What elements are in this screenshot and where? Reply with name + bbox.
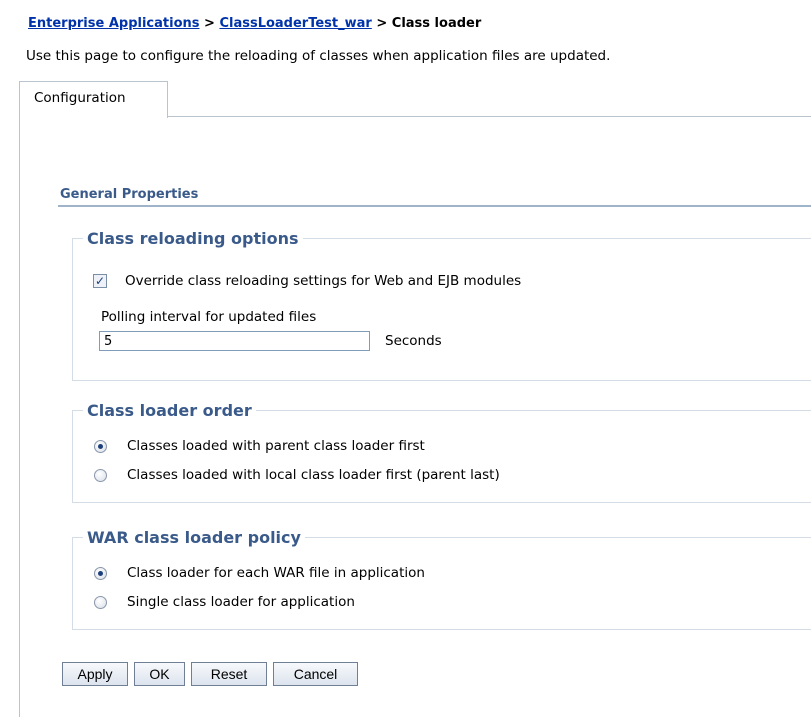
breadcrumb-link-classloadertest-war[interactable]: ClassLoaderTest_war [219,16,371,31]
tab-label: Configuration [34,90,126,106]
polling-units: Seconds [385,333,442,349]
general-properties-title: General Properties [60,187,199,202]
general-properties-rule [58,205,811,207]
breadcrumb-separator: > [371,16,392,31]
polling-interval-input[interactable] [99,331,370,351]
class-loader-order-legend: Class loader order [87,401,252,420]
override-row: ✓ Override class reloading settings for … [93,273,521,289]
tab-configuration[interactable]: Configuration [19,81,168,118]
breadcrumb-link-enterprise-applications[interactable]: Enterprise Applications [28,16,200,31]
radio-single-loader[interactable] [94,595,107,609]
class-reloading-fieldset: Class reloading options [72,229,811,381]
order-option-parent-first[interactable]: Classes loaded with parent class loader … [94,438,425,454]
page-description: Use this page to configure the reloading… [26,48,611,64]
override-checkbox[interactable]: ✓ [93,274,107,288]
button-bar: Apply OK Reset Cancel [62,662,358,686]
polling-interval-label: Polling interval for updated files [101,309,317,325]
order-option-parent-last[interactable]: Classes loaded with local class loader f… [94,467,500,483]
breadcrumb-separator: > [199,16,220,31]
override-label: Override class reloading settings for We… [125,273,522,289]
reset-button[interactable]: Reset [191,662,267,686]
breadcrumb: Enterprise Applications > ClassLoaderTes… [28,16,481,31]
breadcrumb-current: Class loader [391,16,482,31]
radio-parent-first[interactable] [94,439,107,453]
war-policy-legend: WAR class loader policy [87,528,301,547]
order-option-label: Classes loaded with parent class loader … [127,438,425,454]
radio-each-war[interactable] [94,566,107,580]
class-reloading-legend: Class reloading options [87,229,299,248]
war-option-label: Class loader for each WAR file in applic… [127,565,425,581]
war-option-single[interactable]: Single class loader for application [94,594,355,610]
apply-button[interactable]: Apply [62,662,128,686]
ok-button[interactable]: OK [134,662,185,686]
radio-parent-last[interactable] [94,468,107,482]
order-option-label: Classes loaded with local class loader f… [127,467,500,483]
cancel-button[interactable]: Cancel [273,662,358,686]
war-option-each-war[interactable]: Class loader for each WAR file in applic… [94,565,425,581]
war-option-label: Single class loader for application [127,594,355,610]
